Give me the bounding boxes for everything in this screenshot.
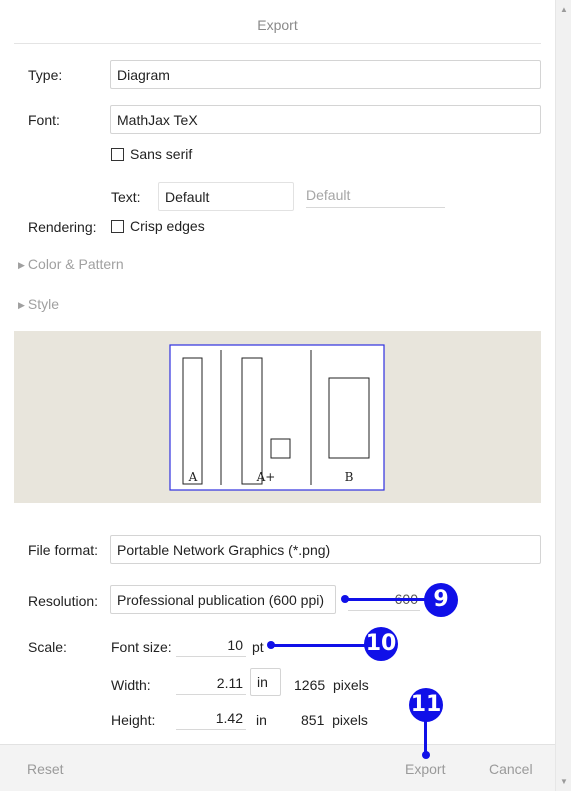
text-select-value: Default: [165, 188, 210, 205]
diagram-preview-svg: A A+ B: [169, 344, 385, 491]
font-size-value: 10: [227, 637, 243, 653]
text-select[interactable]: Default: [158, 182, 294, 211]
resolution-ppi-input[interactable]: 600: [348, 591, 420, 611]
font-select-value: MathJax TeX: [117, 111, 198, 128]
crisp-edges-checkbox-box[interactable]: [111, 219, 124, 233]
export-dialog: Export Type: Diagram Font: MathJax TeX S…: [0, 0, 555, 791]
expand-triangle-icon: ▶: [18, 300, 25, 310]
width-value: 2.11: [216, 675, 243, 691]
sans-serif-checkbox-box[interactable]: [111, 147, 124, 161]
preview-label-b: B: [345, 470, 354, 484]
resolution-value: Professional publication (600 ppi): [117, 591, 325, 608]
vertical-scrollbar[interactable]: ▲ ▼: [555, 0, 571, 791]
callout-9-line: [347, 598, 427, 601]
crisp-edges-label: Crisp edges: [130, 218, 205, 234]
text-label: Text:: [111, 189, 141, 205]
scroll-down-icon[interactable]: ▼: [556, 775, 571, 789]
text-alt-field[interactable]: Default: [306, 187, 445, 208]
reset-button[interactable]: Reset: [27, 745, 64, 791]
resolution-label: Resolution:: [28, 593, 99, 609]
width-pixels-readout: 1265 pixels: [294, 677, 369, 693]
type-select-value: Diagram: [117, 66, 170, 83]
callout-11-badge: 11: [409, 688, 443, 722]
width-pixels-value: 1265: [294, 677, 326, 693]
height-input[interactable]: 1.42: [176, 710, 246, 730]
type-label: Type:: [28, 67, 63, 83]
font-label: Font:: [28, 112, 60, 128]
width-unit: in: [257, 674, 268, 690]
callout-11-line: [424, 720, 427, 754]
diagram-preview: A A+ B: [14, 331, 541, 503]
dialog-title: Export: [14, 0, 541, 44]
color-pattern-label: Color & Pattern: [27, 256, 124, 272]
file-format-label: File format:: [28, 542, 99, 558]
style-label: Style: [27, 296, 60, 312]
callout-10-badge: 10: [364, 627, 398, 661]
scroll-up-icon[interactable]: ▲: [556, 3, 571, 17]
height-label: Height:: [111, 712, 156, 728]
sans-serif-checkbox[interactable]: Sans serif: [111, 146, 192, 162]
dialog-footer: Reset Export Cancel: [0, 744, 555, 791]
font-size-unit: pt: [252, 639, 264, 655]
expand-triangle-icon: ▶: [18, 260, 25, 270]
text-alt-value: Default: [306, 187, 351, 203]
preview-label-a: A: [188, 470, 198, 484]
callout-11-anchor: [422, 751, 430, 759]
width-pixels-label: pixels: [332, 677, 369, 693]
width-unit-select[interactable]: in: [250, 668, 281, 696]
style-section[interactable]: ▶ Style: [18, 296, 59, 312]
preview-label-aplus: A+: [256, 470, 276, 484]
rendering-label: Rendering:: [28, 219, 97, 235]
file-format-select[interactable]: Portable Network Graphics (*.png): [110, 535, 541, 564]
width-label: Width:: [111, 677, 151, 693]
font-size-label: Font size:: [111, 639, 172, 655]
width-input[interactable]: 2.11: [176, 675, 246, 695]
callout-10-line: [273, 644, 367, 647]
height-pixels-value: 851: [301, 712, 325, 728]
height-pixels-label: pixels: [332, 712, 368, 728]
crisp-edges-checkbox[interactable]: Crisp edges: [111, 218, 205, 234]
font-select[interactable]: MathJax TeX: [110, 105, 541, 134]
scale-label: Scale:: [28, 639, 67, 655]
callout-9-badge: 9: [424, 583, 458, 617]
height-pixels-readout: 851 pixels: [301, 712, 368, 728]
font-size-input[interactable]: 10: [176, 637, 246, 657]
type-select[interactable]: Diagram: [110, 60, 541, 89]
cancel-button[interactable]: Cancel: [489, 745, 533, 791]
sans-serif-label: Sans serif: [130, 146, 193, 162]
height-value: 1.42: [215, 710, 243, 726]
height-unit: in: [256, 712, 267, 728]
color-pattern-section[interactable]: ▶ Color & Pattern: [18, 256, 124, 272]
resolution-select[interactable]: Professional publication (600 ppi): [110, 585, 336, 614]
file-format-value: Portable Network Graphics (*.png): [117, 541, 331, 558]
